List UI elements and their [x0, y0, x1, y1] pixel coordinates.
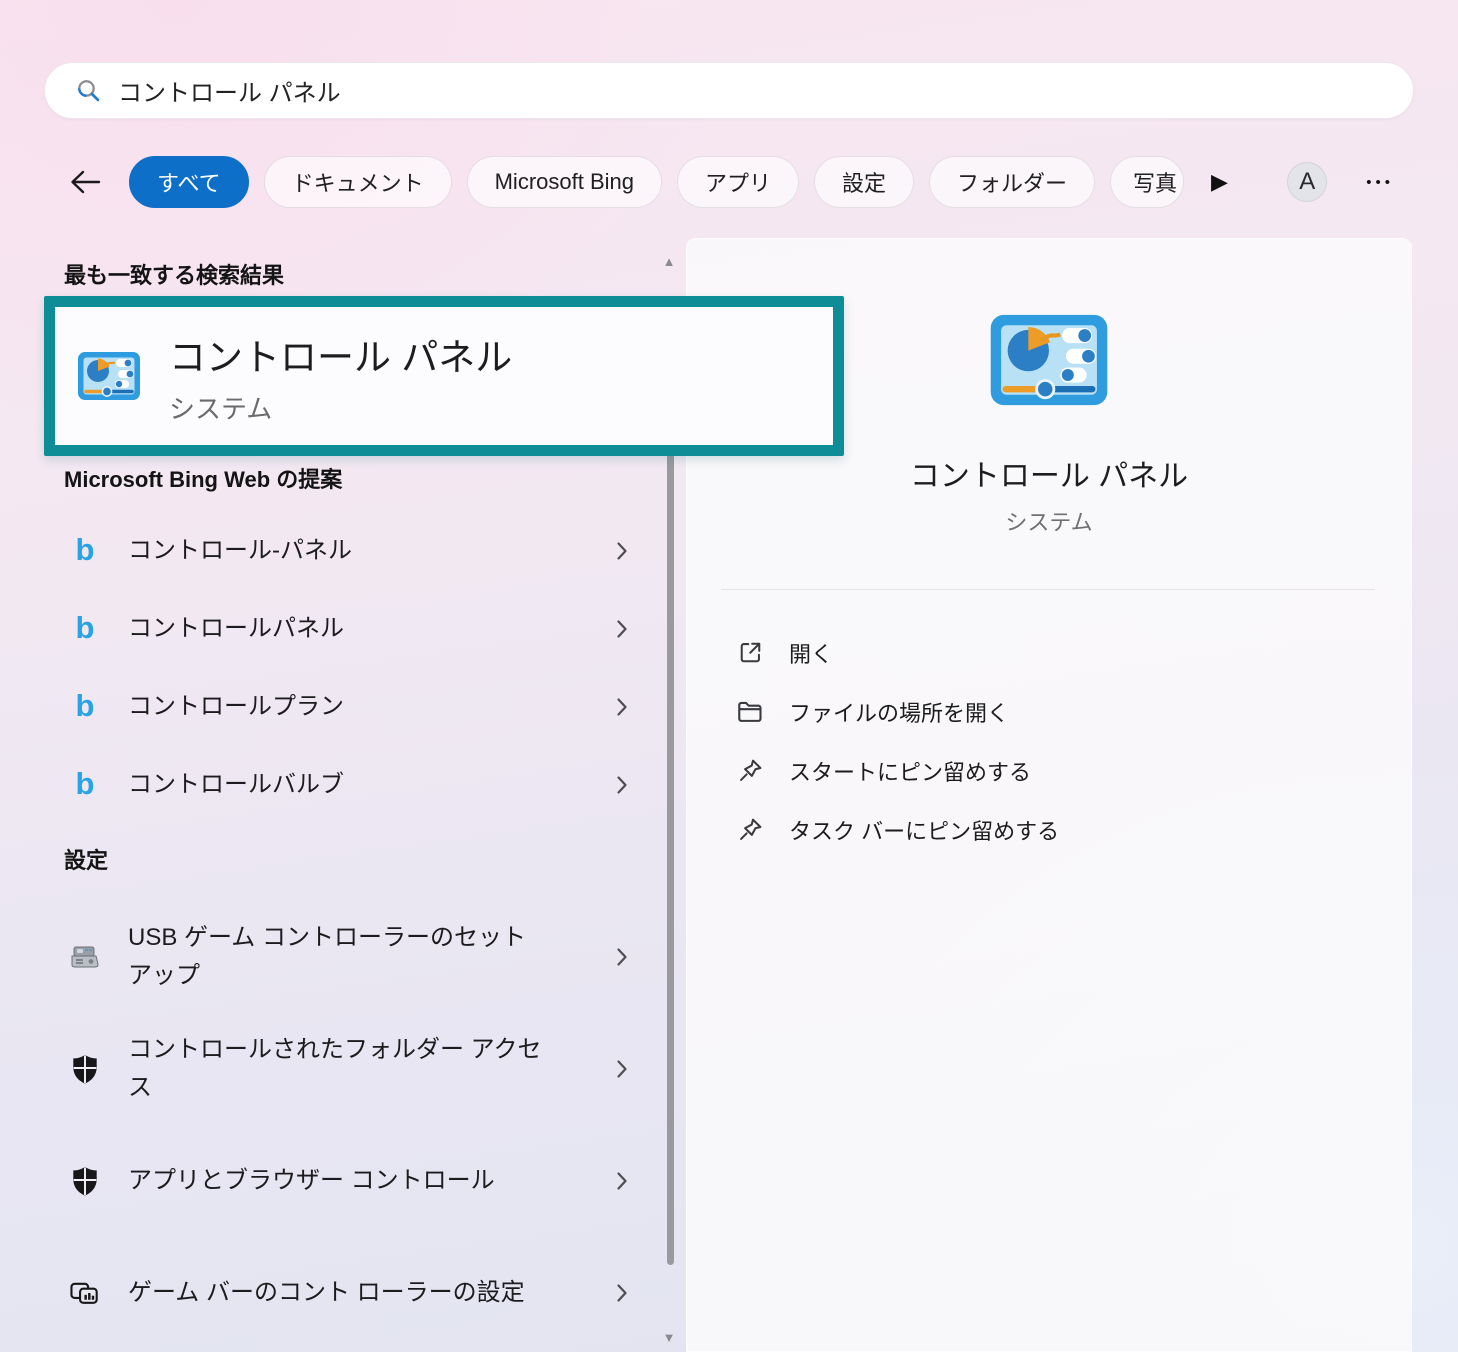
settings-result-label: USB ゲーム コントローラーのセットアップ	[128, 919, 548, 995]
filter-tab-label: 設定	[842, 166, 886, 198]
chevron-right-icon	[616, 775, 628, 795]
filter-tab-bing[interactable]: Microsoft Bing	[467, 156, 662, 208]
action-pin-to-taskbar[interactable]: タスク バーにピン留めする	[735, 800, 1371, 859]
filter-tab-label: Microsoft Bing	[495, 169, 634, 195]
filter-tab-label: アプリ	[705, 166, 771, 198]
bing-icon: b	[64, 690, 106, 721]
settings-result-label: コントロールされたフォルダー アクセス	[128, 1031, 548, 1107]
settings-section-header: 設定	[64, 843, 108, 875]
filter-tab-label: 写真	[1133, 166, 1177, 198]
chevron-right-icon	[616, 1171, 628, 1191]
action-pin-to-start[interactable]: スタートにピン留めする	[735, 741, 1371, 800]
action-label: タスク バーにピン留めする	[789, 814, 1059, 846]
chevron-right-icon	[616, 1283, 628, 1303]
chevron-right-icon	[616, 619, 628, 639]
search-bar[interactable]	[44, 62, 1414, 119]
bing-suggestion-row[interactable]: b コントロール-パネル	[64, 512, 642, 590]
chevron-right-icon	[616, 697, 628, 717]
settings-result-row[interactable]: コントロールされたフォルダー アクセス	[64, 1013, 642, 1125]
action-open-file-location[interactable]: ファイルの場所を開く	[735, 682, 1371, 741]
action-label: ファイルの場所を開く	[789, 696, 1009, 728]
best-match-subtitle: システム	[169, 389, 512, 426]
bing-suggestion-row[interactable]: b コントロールバルブ	[64, 746, 642, 824]
filter-tab-folders[interactable]: フォルダー	[929, 156, 1095, 208]
security-shield-icon	[64, 1165, 106, 1197]
bing-icon: b	[64, 612, 106, 643]
filter-tab-label: フォルダー	[957, 166, 1067, 198]
bing-icon: b	[64, 534, 106, 565]
chevron-right-icon	[616, 1059, 628, 1079]
bing-suggestion-label: コントロールプラン	[128, 688, 344, 726]
filter-tab-apps[interactable]: アプリ	[677, 156, 799, 208]
back-button[interactable]	[64, 161, 106, 203]
settings-result-label: ゲーム バーのコント ローラーの設定	[128, 1274, 525, 1312]
avatar-initial: A	[1299, 168, 1315, 196]
action-label: スタートにピン留めする	[789, 755, 1031, 787]
open-external-icon	[735, 639, 765, 666]
filter-tab-photos[interactable]: 写真	[1110, 156, 1184, 208]
control-panel-icon	[988, 313, 1110, 412]
filter-tab-label: すべて	[157, 166, 221, 198]
bing-suggestion-row[interactable]: b コントロールパネル	[64, 590, 642, 668]
bing-icon: b	[64, 768, 106, 799]
overflow-menu-button[interactable]: •••	[1362, 166, 1398, 199]
back-arrow-icon	[68, 169, 102, 195]
avatar[interactable]: A	[1287, 162, 1327, 202]
game-bar-icon	[64, 1278, 106, 1308]
bing-suggestion-label: コントロール-パネル	[128, 532, 352, 570]
bing-suggestion-label: コントロールバルブ	[128, 766, 344, 804]
best-match-title: コントロール パネル	[169, 327, 512, 381]
filter-tab-settings[interactable]: 設定	[814, 156, 914, 208]
bing-suggestions-list: b コントロール-パネル b コントロールパネル b コントロールプラン b コ…	[64, 512, 642, 824]
preview-title: コントロール パネル	[687, 451, 1411, 495]
settings-result-row[interactable]: USB ゲーム コントローラーのセットアップ	[64, 901, 642, 1013]
search-icon	[75, 77, 102, 104]
filter-tab-label: ドキュメント	[292, 166, 424, 198]
settings-result-row[interactable]: アプリとブラウザー コントロール	[64, 1125, 642, 1237]
preview-subtitle: システム	[687, 505, 1411, 537]
scrollbar-thumb[interactable]	[667, 440, 674, 1265]
pin-icon	[735, 816, 765, 843]
control-panel-icon	[77, 350, 141, 402]
settings-results-list: USB ゲーム コントローラーのセットアップ コントロールされたフォルダー アク…	[64, 901, 642, 1349]
chevron-right-icon	[616, 947, 628, 967]
settings-result-row[interactable]: ゲーム バーのコント ローラーの設定	[64, 1237, 642, 1349]
chevron-right-icon	[616, 541, 628, 561]
action-list: 開く ファイルの場所を開く スタートにピン留めす	[735, 623, 1371, 859]
action-open[interactable]: 開く	[735, 623, 1371, 682]
pin-icon	[735, 757, 765, 784]
bing-suggestion-label: コントロールパネル	[128, 610, 344, 648]
windows-search-flyout: すべて ドキュメント Microsoft Bing アプリ 設定 フォルダー 写…	[0, 0, 1458, 1352]
bing-suggestion-row[interactable]: b コントロールプラン	[64, 668, 642, 746]
settings-result-label: アプリとブラウザー コントロール	[128, 1162, 495, 1200]
search-input[interactable]	[118, 77, 1391, 105]
best-match-header: 最も一致する検索結果	[64, 258, 284, 290]
folder-icon	[735, 699, 765, 725]
action-label: 開く	[789, 637, 833, 669]
scroll-down-arrow[interactable]: ▼	[659, 1330, 679, 1346]
filter-row: すべて ドキュメント Microsoft Bing アプリ 設定 フォルダー 写…	[64, 154, 1404, 210]
usb-game-controller-icon	[64, 942, 106, 972]
best-match-inner: コントロール パネル システム	[55, 307, 833, 445]
best-match-result[interactable]: コントロール パネル システム	[44, 296, 844, 456]
filter-tab-all[interactable]: すべて	[129, 156, 249, 208]
bing-suggestions-header: Microsoft Bing Web の提案	[64, 462, 342, 494]
scroll-up-arrow[interactable]: ▲	[659, 254, 679, 270]
best-match-text: コントロール パネル システム	[169, 327, 512, 426]
security-shield-icon	[64, 1053, 106, 1085]
more-filters-arrow-icon[interactable]: ▶	[1207, 165, 1232, 199]
divider	[721, 589, 1375, 590]
filter-tab-documents[interactable]: ドキュメント	[264, 156, 452, 208]
